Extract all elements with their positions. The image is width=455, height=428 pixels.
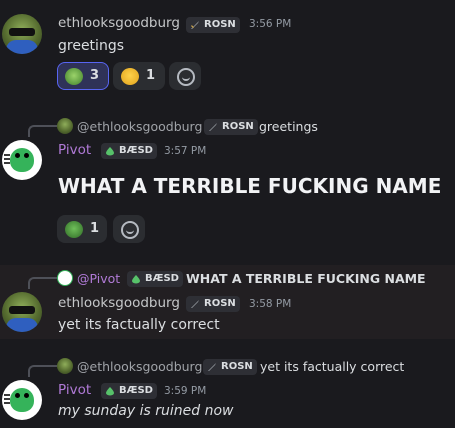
add-reaction-button[interactable] <box>113 215 145 243</box>
tag-label: BÆSD <box>119 385 153 396</box>
reply-connector <box>28 365 58 377</box>
tag-label: BÆSD <box>145 273 179 284</box>
reply-avatar <box>57 358 73 374</box>
sword-icon <box>191 21 199 29</box>
tag-label: BÆSD <box>119 145 153 156</box>
reply-connector <box>28 277 58 289</box>
tag-label: ROSN <box>221 361 253 372</box>
server-tag[interactable]: BÆSD <box>101 143 157 159</box>
avatar[interactable] <box>2 140 42 180</box>
message-text: greetings <box>58 38 124 54</box>
reply-author[interactable]: @ethlooksgoodburg <box>77 119 202 134</box>
pepe-emoji-icon <box>65 221 83 238</box>
reply-connector <box>28 125 58 137</box>
frog-emoji-icon <box>65 68 83 85</box>
author-name[interactable]: Pivot <box>58 382 91 398</box>
reply-avatar <box>57 118 73 134</box>
server-tag: ROSN <box>203 359 257 375</box>
slime-icon <box>106 387 114 396</box>
reply-avatar <box>57 270 73 286</box>
reaction-count: 1 <box>146 68 156 83</box>
slime-icon <box>132 275 140 284</box>
sword-icon <box>208 363 216 371</box>
message-text: yet its factually correct <box>58 317 220 333</box>
timestamp[interactable]: 3:59 PM <box>164 385 206 397</box>
tag-label: ROSN <box>204 19 236 30</box>
message: @Pivot BÆSD WHAT A TERRIBLE FUCKING NAME… <box>0 265 455 339</box>
timestamp[interactable]: 3:56 PM <box>249 18 291 30</box>
message: ethlooksgoodburg ROSN 3:56 PM greetings … <box>0 0 455 96</box>
reply-author[interactable]: @Pivot <box>77 271 120 286</box>
timestamp[interactable]: 3:57 PM <box>164 145 206 157</box>
avatar[interactable] <box>2 380 42 420</box>
sword-icon <box>209 123 217 131</box>
server-tag[interactable]: ROSN <box>186 17 240 33</box>
laughing-emoji-icon <box>121 68 139 85</box>
reaction-count: 1 <box>90 221 100 236</box>
server-tag: BÆSD <box>127 271 183 287</box>
tag-label: ROSN <box>222 121 254 132</box>
avatar[interactable] <box>2 14 42 54</box>
server-tag[interactable]: ROSN <box>186 296 240 312</box>
reply-author[interactable]: @ethlooksgoodburg <box>77 359 202 374</box>
author-name[interactable]: ethlooksgoodburg <box>58 295 180 311</box>
timestamp[interactable]: 3:58 PM <box>249 298 291 310</box>
author-name[interactable]: ethlooksgoodburg <box>58 15 180 31</box>
reaction-pepe[interactable]: 1 <box>57 215 107 243</box>
tag-label: ROSN <box>204 298 236 309</box>
add-reaction-button[interactable] <box>169 62 201 90</box>
reaction-frog[interactable]: 3 <box>57 62 109 90</box>
reply-preview[interactable]: greetings <box>259 119 318 134</box>
reaction-laughing[interactable]: 1 <box>113 62 165 90</box>
message: @ethlooksgoodburg ROSN yet its factually… <box>0 352 455 428</box>
server-tag: ROSN <box>204 119 258 135</box>
slime-icon <box>106 147 114 156</box>
smiley-icon <box>177 68 195 86</box>
message-text: my sunday is ruined now <box>58 403 234 419</box>
sword-icon <box>191 300 199 308</box>
message-text: WHAT A TERRIBLE FUCKING NAME <box>58 174 442 198</box>
reaction-count: 3 <box>90 68 100 83</box>
avatar[interactable] <box>2 292 42 332</box>
message: @ethlooksgoodburg ROSN greetings Pivot B… <box>0 112 455 252</box>
author-name[interactable]: Pivot <box>58 142 91 158</box>
reply-preview[interactable]: yet its factually correct <box>260 359 404 374</box>
reply-preview[interactable]: WHAT A TERRIBLE FUCKING NAME <box>186 271 426 286</box>
smiley-icon <box>121 221 139 239</box>
server-tag[interactable]: BÆSD <box>101 383 157 399</box>
